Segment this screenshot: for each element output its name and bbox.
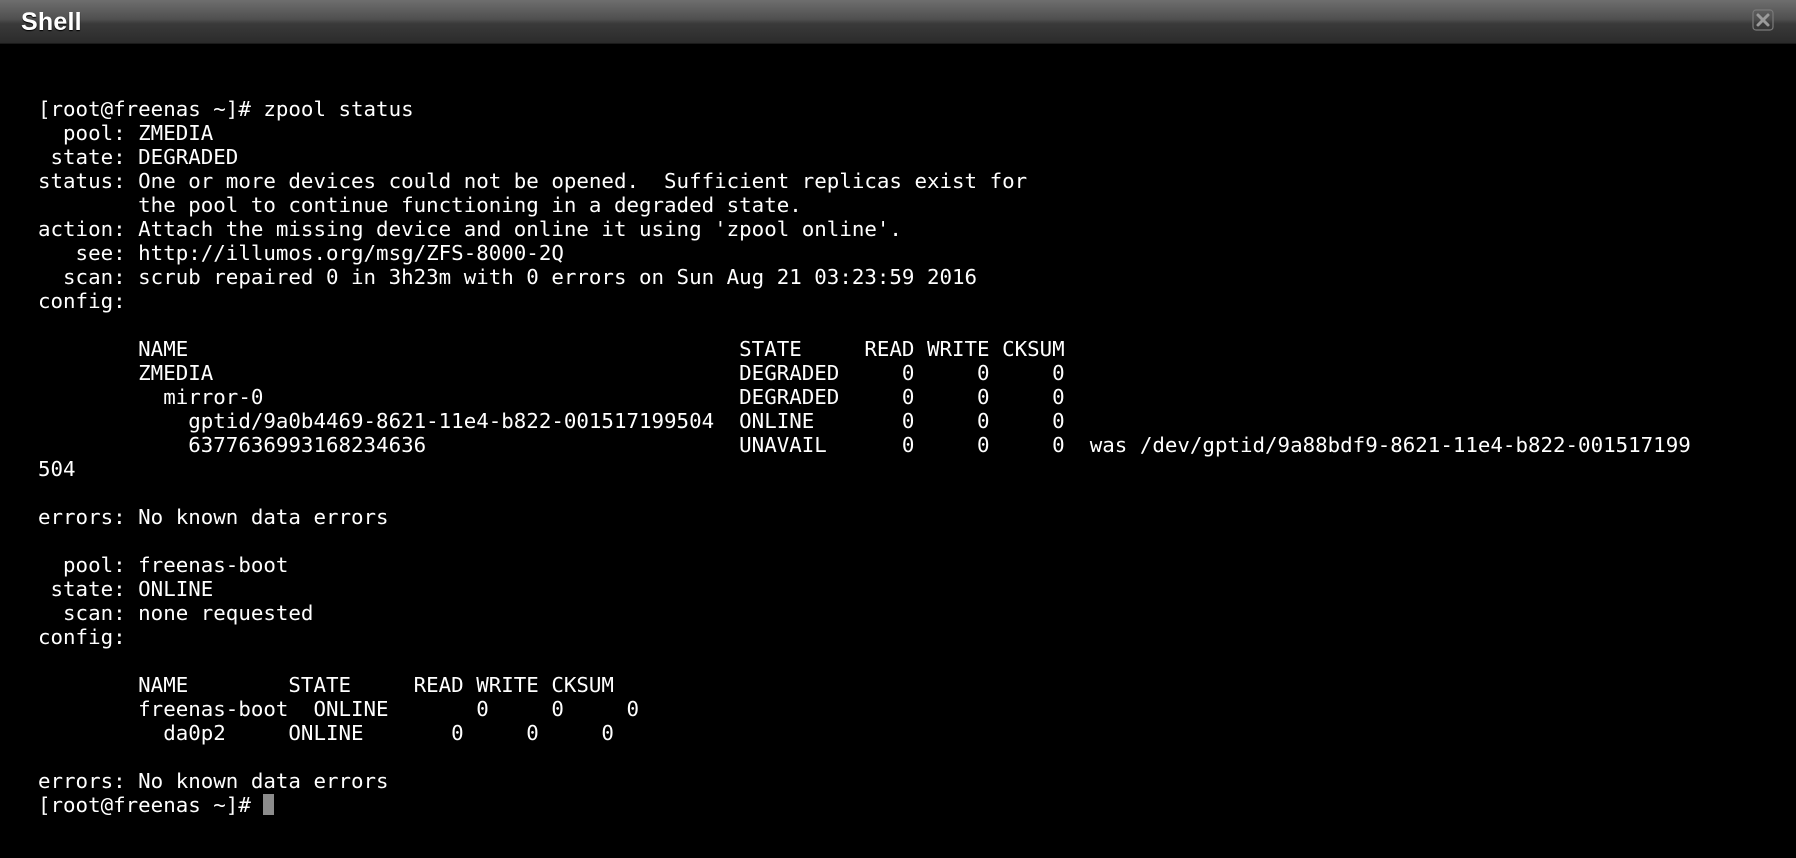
- terminal-line: freenas-boot ONLINE 0 0 0: [38, 697, 639, 721]
- text-cursor: [263, 794, 275, 815]
- terminal-line: errors: No known data errors: [38, 769, 389, 793]
- terminal-line: state: ONLINE: [38, 577, 214, 601]
- terminal-line: NAME STATE READ WRITE CKSUM: [38, 673, 614, 697]
- prompt-line[interactable]: [root@freenas ~]#: [38, 793, 1788, 817]
- terminal-output[interactable]: [root@freenas ~]# zpool status pool: ZME…: [38, 97, 1788, 817]
- terminal-line: pool: ZMEDIA: [38, 121, 214, 145]
- terminal-line: scan: scrub repaired 0 in 3h23m with 0 e…: [38, 265, 978, 289]
- window-title: Shell: [21, 8, 82, 36]
- terminal-line: NAME STATE READ WRITE CKSUM: [38, 337, 1065, 361]
- terminal-line: scan: none requested: [38, 601, 314, 625]
- shell-window: Shell [root@freenas ~]# zpool status poo…: [0, 0, 1796, 858]
- terminal-line: mirror-0 DEGRADED 0 0 0: [38, 385, 1065, 409]
- terminal-line: [root@freenas ~]# zpool status: [38, 97, 414, 121]
- terminal-line: pool: freenas-boot: [38, 553, 289, 577]
- title-bar: Shell: [0, 0, 1796, 44]
- terminal-line: see: http://illumos.org/msg/ZFS-8000-2Q: [38, 241, 564, 265]
- terminal-line: gptid/9a0b4469-8621-11e4-b822-0015171995…: [38, 409, 1065, 433]
- terminal-line: errors: No known data errors: [38, 505, 389, 529]
- terminal-line: da0p2 ONLINE 0 0 0: [38, 721, 614, 745]
- terminal-line: the pool to continue functioning in a de…: [38, 193, 802, 217]
- terminal-line: 6377636993168234636 UNAVAIL 0 0 0 was /d…: [38, 433, 1691, 457]
- terminal-line: status: One or more devices could not be…: [38, 169, 1028, 193]
- terminal-line: config:: [38, 625, 126, 649]
- terminal-line: 504: [38, 457, 76, 481]
- terminal-line: ZMEDIA DEGRADED 0 0 0: [38, 361, 1065, 385]
- terminal-line: state: DEGRADED: [38, 145, 239, 169]
- terminal-line: config:: [38, 289, 126, 313]
- terminal-line: action: Attach the missing device and on…: [38, 217, 902, 241]
- shell-prompt: [root@freenas ~]#: [38, 793, 264, 817]
- close-icon[interactable]: [1752, 9, 1774, 31]
